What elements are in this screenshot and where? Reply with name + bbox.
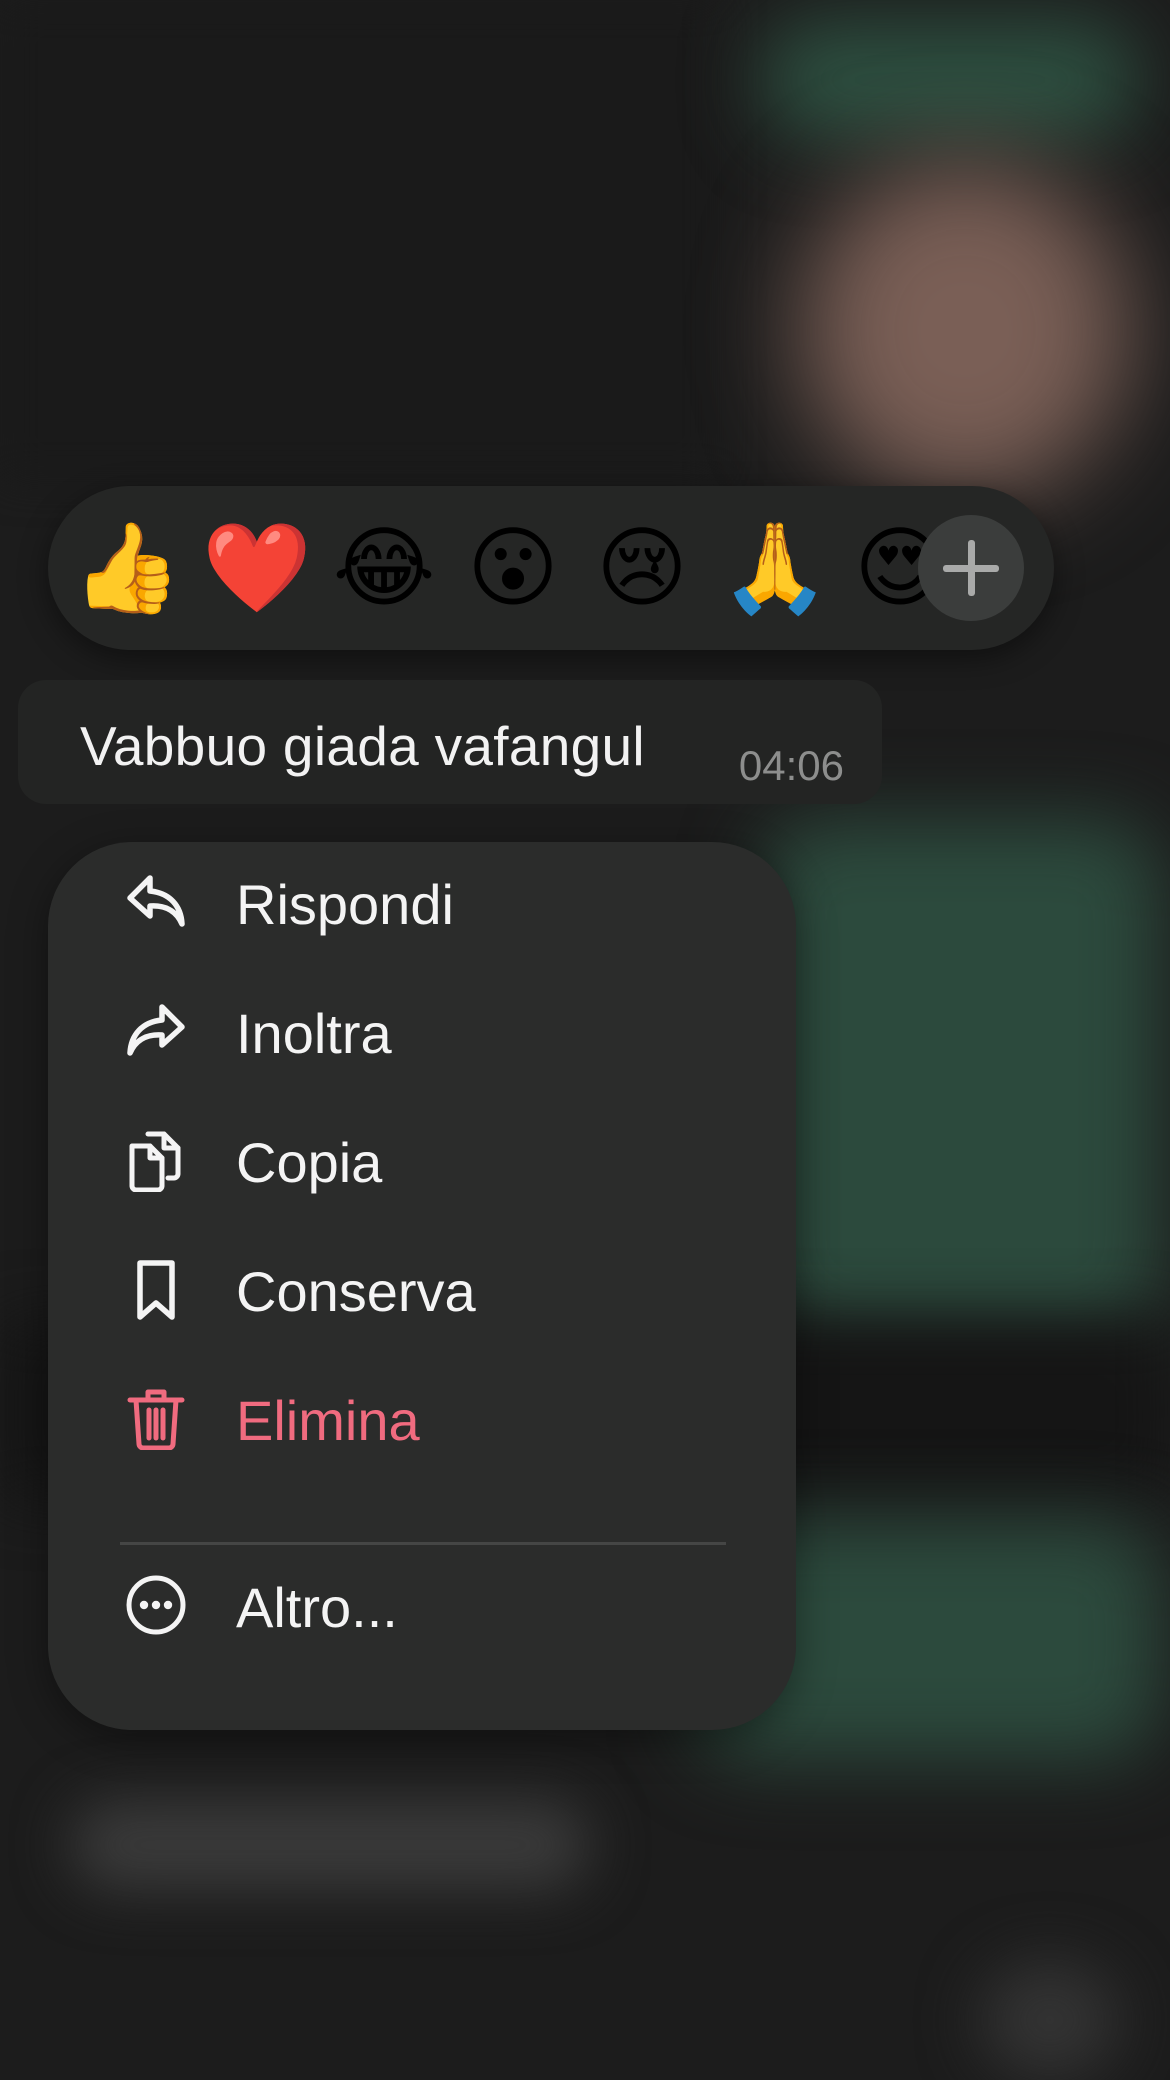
menu-item-label: Altro...: [236, 1576, 398, 1639]
menu-item-save[interactable]: Conserva: [48, 1229, 796, 1349]
reaction-praying[interactable]: 🙏: [720, 516, 830, 620]
reaction-crying[interactable]: 😢: [590, 516, 694, 620]
menu-item-label: Rispondi: [236, 873, 454, 936]
message-text: Vabbuo giada vafangul: [80, 715, 645, 777]
bookmark-icon: [137, 1260, 175, 1320]
menu-item-label: Inoltra: [236, 1002, 392, 1065]
background-blur: [760, 820, 1160, 1340]
background-blur: [800, 160, 1130, 500]
menu-item-forward[interactable]: Inoltra: [48, 971, 796, 1091]
menu-item-label: Copia: [236, 1131, 383, 1194]
background-blur: [0, 0, 720, 480]
menu-item-reply[interactable]: Rispondi: [48, 842, 796, 962]
reaction-thumbs-up[interactable]: 👍: [72, 516, 182, 620]
screen: 👍 ❤️ 😂 😮 😢 🙏 😍 Vabbuo giada vafangul 04:…: [0, 0, 1170, 2080]
reply-icon: [127, 875, 185, 927]
message-bubble[interactable]: Vabbuo giada vafangul 04:06: [18, 680, 882, 804]
menu-item-label: Conserva: [236, 1260, 476, 1323]
context-menu: Rispondi Inoltra Copia Conserva Elimina …: [48, 842, 796, 1730]
reaction-heart[interactable]: ❤️: [202, 516, 312, 620]
copy-icon: [129, 1131, 181, 1192]
trash-icon: [127, 1389, 185, 1450]
more-icon: [126, 1575, 186, 1635]
menu-item-delete[interactable]: Elimina: [48, 1358, 796, 1478]
more-reactions-button[interactable]: [918, 515, 1024, 621]
menu-item-label: Elimina: [236, 1389, 420, 1452]
reaction-bar: 👍 ❤️ 😂 😮 😢 🙏 😍: [48, 486, 1054, 650]
menu-item-copy[interactable]: Copia: [48, 1100, 796, 1220]
forward-icon: [127, 1004, 185, 1056]
background-blur: [760, 20, 1140, 140]
menu-item-more[interactable]: Altro...: [48, 1545, 796, 1665]
message-time: 04:06: [738, 742, 844, 789]
background-blur: [70, 1800, 590, 1890]
background-blur: [980, 1960, 1120, 2080]
reaction-laughing[interactable]: 😂: [332, 516, 436, 620]
reaction-surprised[interactable]: 😮: [461, 516, 565, 620]
